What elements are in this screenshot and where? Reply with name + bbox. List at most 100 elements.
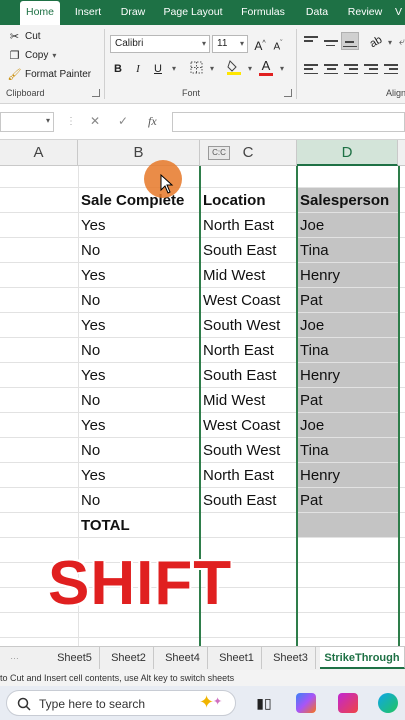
edge-icon[interactable] — [378, 693, 398, 713]
table-cell[interactable]: Location — [200, 188, 297, 213]
chevron-down-icon[interactable]: ▾ — [166, 61, 182, 77]
table-cell[interactable]: Sale Complete — [78, 188, 200, 213]
table-cell[interactable]: Yes — [78, 363, 200, 388]
table-cell[interactable]: Yes — [78, 463, 200, 488]
table-cell[interactable]: Henry — [297, 363, 398, 388]
table-row[interactable]: Yes West Coast Joe — [0, 413, 405, 438]
shrink-font-button[interactable]: Aˇ — [270, 36, 286, 52]
column-header-e-partial[interactable] — [398, 140, 405, 166]
tab-home[interactable]: Home — [20, 1, 60, 25]
table-cell[interactable]: South East — [200, 238, 297, 263]
table-cell[interactable]: North East — [200, 463, 297, 488]
font-name-combo[interactable]: Calibri ▾ — [110, 35, 210, 53]
decrease-indent-button[interactable] — [364, 63, 378, 75]
table-cell[interactable]: Yes — [78, 213, 200, 238]
increase-indent-button[interactable] — [384, 63, 398, 75]
grow-font-button[interactable]: A^ — [252, 36, 268, 53]
table-cell[interactable]: TOTAL — [78, 513, 200, 538]
column-header-b[interactable]: B — [78, 140, 200, 166]
table-cell[interactable]: Pat — [297, 488, 398, 513]
table-cell[interactable]: Mid West — [200, 263, 297, 288]
table-cell[interactable]: No — [78, 488, 200, 513]
font-color-button[interactable]: A — [258, 58, 274, 76]
copy-button[interactable]: ❐ Copy ▾ — [8, 49, 57, 62]
italic-button[interactable]: I — [130, 61, 146, 77]
table-cell[interactable]: Mid West — [200, 388, 297, 413]
chevron-down-icon[interactable]: ▾ — [242, 61, 258, 77]
table-cell[interactable]: Yes — [78, 313, 200, 338]
insert-function-icon[interactable]: fx — [148, 114, 157, 129]
table-row[interactable]: Sale Complete Location Salesperson — [0, 188, 405, 213]
chevron-down-icon[interactable]: ▾ — [204, 61, 220, 77]
table-cell[interactable]: Pat — [297, 288, 398, 313]
table-cell[interactable]: Joe — [297, 313, 398, 338]
sheet-tab-sheet1[interactable]: Sheet1 — [212, 647, 262, 669]
column-header-d[interactable]: D — [297, 140, 398, 166]
table-cell[interactable]: Yes — [78, 263, 200, 288]
table-cell[interactable]: No — [78, 338, 200, 363]
sheet-tab-sheet2[interactable]: Sheet2 — [104, 647, 154, 669]
copilot-icon[interactable] — [296, 693, 316, 713]
tab-insert[interactable]: Insert — [70, 0, 106, 25]
format-painter-button[interactable]: 🖌 Format Painter — [8, 68, 92, 81]
borders-button[interactable] — [188, 61, 204, 77]
table-row[interactable]: No North East Tina — [0, 338, 405, 363]
sheet-tab-sheet4[interactable]: Sheet4 — [158, 647, 208, 669]
table-row[interactable]: Yes North East Henry — [0, 463, 405, 488]
chevron-down-icon[interactable]: ▾ — [274, 61, 290, 77]
underline-button[interactable]: U — [150, 61, 166, 77]
table-cell[interactable]: West Coast — [200, 413, 297, 438]
table-cell[interactable]: Tina — [297, 238, 398, 263]
tab-view-partial[interactable]: V — [392, 0, 405, 25]
task-view-icon[interactable]: ▮▯ — [254, 693, 274, 713]
cancel-icon[interactable]: ✕ — [90, 114, 100, 128]
table-row[interactable] — [0, 166, 405, 188]
column-header-a[interactable]: A — [0, 140, 78, 166]
align-top-button[interactable] — [304, 35, 318, 47]
table-cell[interactable]: No — [78, 238, 200, 263]
formula-input[interactable] — [172, 112, 405, 132]
name-box[interactable]: ▾ — [0, 112, 54, 132]
table-cell[interactable]: Tina — [297, 338, 398, 363]
tab-data[interactable]: Data — [300, 0, 334, 25]
tab-draw[interactable]: Draw — [116, 0, 150, 25]
table-cell[interactable]: West Coast — [200, 288, 297, 313]
table-cell[interactable]: No — [78, 388, 200, 413]
tab-review[interactable]: Review — [344, 0, 386, 25]
table-row[interactable]: No South East Pat — [0, 488, 405, 513]
paste-options-icon[interactable]: C:C — [208, 146, 230, 160]
sheet-tab-strikethrough[interactable]: StrikeThrough — [320, 647, 405, 669]
table-cell[interactable]: Joe — [297, 213, 398, 238]
sheet-tab-sheet5[interactable]: Sheet5 — [50, 647, 100, 669]
table-cell[interactable]: South East — [200, 488, 297, 513]
table-row[interactable]: Yes Mid West Henry — [0, 263, 405, 288]
align-bottom-button[interactable] — [341, 32, 359, 50]
tab-page-layout[interactable]: Page Layout — [160, 0, 226, 25]
table-cell[interactable]: Yes — [78, 413, 200, 438]
table-cell[interactable]: South West — [200, 313, 297, 338]
font-dialog-launcher-icon[interactable] — [284, 89, 292, 97]
table-cell[interactable]: Henry — [297, 463, 398, 488]
clipboard-dialog-launcher-icon[interactable] — [92, 89, 100, 97]
sheet-tab-sheet3[interactable]: Sheet3 — [266, 647, 316, 669]
enter-icon[interactable]: ✓ — [118, 114, 128, 128]
cut-button[interactable]: ✂ Cut — [8, 30, 41, 43]
font-size-combo[interactable]: 11 ▾ — [212, 35, 248, 53]
table-cell[interactable]: No — [78, 438, 200, 463]
align-right-button[interactable] — [344, 63, 358, 75]
align-center-button[interactable] — [324, 63, 338, 75]
table-cell[interactable]: Henry — [297, 263, 398, 288]
table-cell[interactable]: No — [78, 288, 200, 313]
table-row[interactable]: No West Coast Pat — [0, 288, 405, 313]
table-cell[interactable]: Joe — [297, 413, 398, 438]
table-cell[interactable]: Tina — [297, 438, 398, 463]
wrap-text-icon[interactable]: ⤶ — [394, 34, 405, 50]
bold-button[interactable]: B — [110, 61, 126, 77]
align-middle-button[interactable] — [324, 35, 338, 47]
table-cell[interactable]: North East — [200, 338, 297, 363]
table-cell[interactable]: Pat — [297, 388, 398, 413]
table-cell[interactable]: South East — [200, 363, 297, 388]
table-cell[interactable]: South West — [200, 438, 297, 463]
paint-icon[interactable] — [338, 693, 358, 713]
table-row[interactable]: Yes South West Joe — [0, 313, 405, 338]
